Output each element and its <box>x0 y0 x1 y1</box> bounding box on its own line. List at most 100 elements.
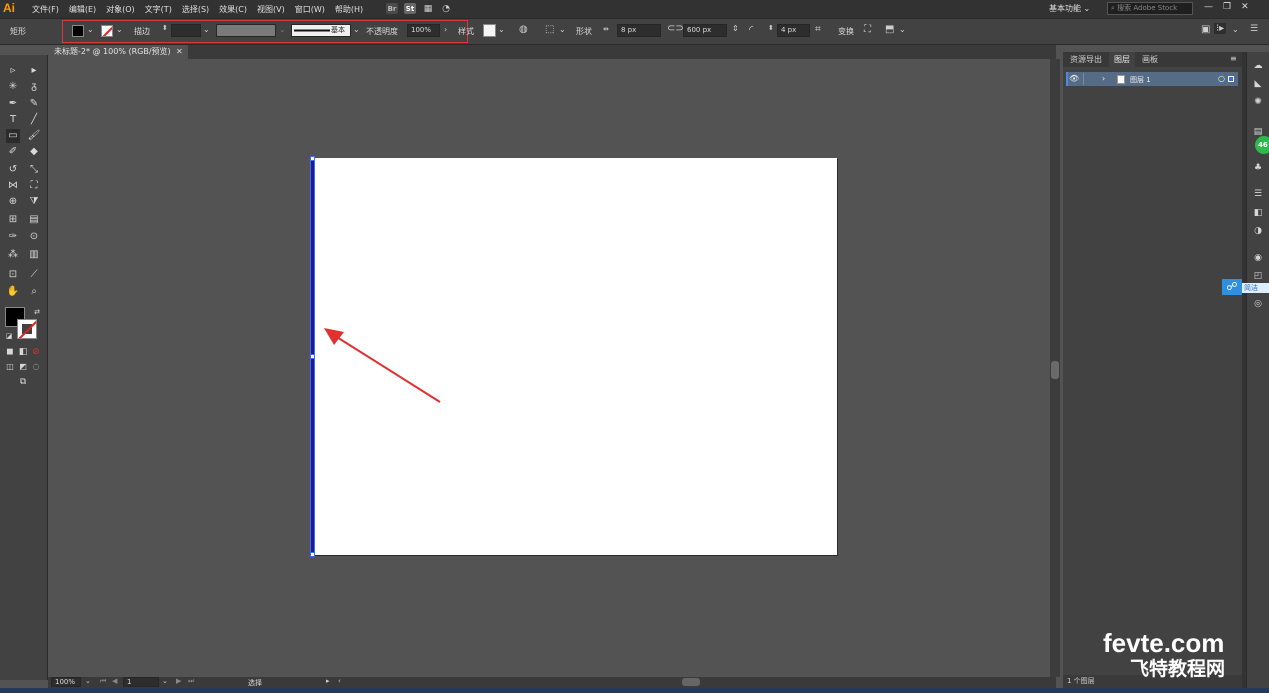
selection-handle[interactable] <box>310 552 315 557</box>
transform-options-icon[interactable]: ⬒ <box>885 24 894 35</box>
gradient-mode-icon[interactable]: ◧ <box>16 345 30 359</box>
last-artboard-icon[interactable]: ⏭ <box>188 677 194 686</box>
rectangle-tool-icon[interactable]: ▭ <box>6 129 20 143</box>
curvature-tool-icon[interactable]: ✎ <box>27 97 41 111</box>
paintbrush-tool-icon[interactable]: 🖌 <box>27 129 41 143</box>
float-tool-label[interactable]: 简洁 <box>1242 283 1269 293</box>
chevron-down-icon[interactable]: ⌄ <box>899 25 906 34</box>
tab-layers[interactable]: 图层 <box>1109 52 1135 67</box>
draw-normal-icon[interactable]: ◫ <box>3 360 17 374</box>
selection-handle[interactable] <box>310 354 315 359</box>
panel-menu-icon[interactable]: ⁝▸ <box>1214 23 1227 34</box>
type-tool-icon[interactable]: T <box>6 113 20 127</box>
swap-colors-icon[interactable]: ⇄ <box>30 305 44 319</box>
link-proportions-icon[interactable]: ⊂⊃ <box>667 23 684 34</box>
lasso-tool-icon[interactable]: ᵹ <box>27 80 41 94</box>
variable-width-profile[interactable] <box>216 24 276 37</box>
artboard-field[interactable]: 1 <box>123 677 159 687</box>
gpu-performance-icon[interactable]: ◔ <box>440 3 452 14</box>
zoom-field[interactable]: 100% <box>51 677 81 687</box>
perspective-grid-tool-icon[interactable]: ⧩ <box>27 195 41 209</box>
restore-button[interactable]: ❐ <box>1223 2 1231 12</box>
shaper-tool-icon[interactable]: ✐ <box>6 145 20 159</box>
document-tab[interactable]: 未标题-2* @ 100% (RGB/预览) <box>48 45 188 59</box>
graphic-styles-icon[interactable]: ◰ <box>1252 270 1264 282</box>
panel-menu-icon[interactable]: ≡ <box>1230 54 1237 63</box>
menu-view[interactable]: 视图(V) <box>257 4 285 15</box>
eraser-tool-icon[interactable]: ◆ <box>27 145 41 159</box>
free-transform-tool-icon[interactable]: ⛶ <box>27 179 41 193</box>
rotate-tool-icon[interactable]: ↺ <box>6 163 20 177</box>
chevron-down-icon[interactable]: ⌄ <box>279 25 286 34</box>
height-field[interactable]: 600 px <box>683 24 727 37</box>
float-tool-icon[interactable]: ☍ <box>1222 279 1242 295</box>
menu-help[interactable]: 帮助(H) <box>335 4 363 15</box>
opacity-field[interactable]: 100% <box>407 24 440 37</box>
symbol-sprayer-tool-icon[interactable]: ⁂ <box>6 248 20 262</box>
draw-inside-icon[interactable]: ◌ <box>29 360 43 374</box>
shape-properties-icon[interactable]: ⌗ <box>815 24 821 35</box>
layer-row[interactable] <box>1066 72 1238 86</box>
chevron-down-icon[interactable]: ⌄ <box>116 25 123 34</box>
menu-effect[interactable]: 效果(C) <box>219 4 247 15</box>
selection-tool-icon[interactable]: ▹ <box>6 64 20 78</box>
scale-tool-icon[interactable]: ⤡ <box>27 163 41 177</box>
chevron-down-icon[interactable]: ⌄ <box>162 677 168 685</box>
bridge-icon[interactable]: Br <box>386 3 398 14</box>
tab-asset-export[interactable]: 资源导出 <box>1065 52 1107 67</box>
chevron-right-icon[interactable]: ▸ <box>326 677 330 685</box>
eyedropper-tool-icon[interactable]: ✑ <box>6 230 20 244</box>
workspace-switcher[interactable]: 基本功能 ⌄ <box>1049 3 1090 14</box>
direct-selection-tool-icon[interactable]: ▸ <box>27 64 41 78</box>
close-icon[interactable]: ✕ <box>176 47 183 56</box>
align-to-icon[interactable]: ⬚ <box>545 24 554 35</box>
mesh-tool-icon[interactable]: ⊞ <box>6 213 20 227</box>
layer-name[interactable]: 图层 1 <box>1130 75 1151 85</box>
chevron-down-icon[interactable]: ⌄ <box>85 677 91 685</box>
next-artboard-icon[interactable]: ▶ <box>176 677 181 685</box>
color-guide-icon[interactable]: ✺ <box>1252 96 1264 108</box>
symbols-icon[interactable]: ♣ <box>1252 162 1264 174</box>
scrollbar-thumb[interactable] <box>1051 361 1059 379</box>
arrange-documents-icon[interactable]: ▣ <box>1201 24 1210 35</box>
shape-builder-tool-icon[interactable]: ⊕ <box>6 195 20 209</box>
none-mode-icon[interactable]: ⊘ <box>29 345 43 359</box>
menu-type[interactable]: 文字(T) <box>145 4 172 15</box>
layers-dock-icon[interactable]: ◎ <box>1252 298 1264 310</box>
gradient-panel-icon[interactable]: ◧ <box>1252 207 1264 219</box>
appearance-icon[interactable]: ◉ <box>1252 252 1264 264</box>
corner-radius-field[interactable]: 4 px <box>777 24 810 37</box>
magic-wand-tool-icon[interactable]: ✳ <box>6 80 20 94</box>
chevron-right-icon[interactable]: › <box>444 25 447 34</box>
stroke-weight-field[interactable] <box>171 24 201 37</box>
stroke-color-box[interactable] <box>17 319 37 339</box>
menu-icon[interactable]: ☰ <box>1250 24 1258 34</box>
artboard-tool-icon[interactable]: ⊡ <box>6 268 20 282</box>
stock-search-input[interactable]: ⌕ 搜索 Adobe Stock <box>1107 2 1193 15</box>
selection-handle[interactable] <box>310 156 315 161</box>
menu-select[interactable]: 选择(S) <box>182 4 209 15</box>
stepper-icon[interactable]: ⬍ <box>162 24 168 32</box>
selection-indicator[interactable] <box>1228 76 1234 82</box>
screen-mode-icon[interactable]: ⧉ <box>16 375 30 389</box>
first-artboard-icon[interactable]: ⏮ <box>100 677 106 686</box>
target-icon[interactable]: ○ <box>1218 74 1225 83</box>
properties-icon[interactable]: ◣ <box>1252 78 1264 90</box>
fill-swatch[interactable] <box>72 25 84 37</box>
chevron-down-icon[interactable]: ⌄ <box>203 25 210 34</box>
menu-window[interactable]: 窗口(W) <box>295 4 325 15</box>
recolor-artwork-icon[interactable]: ◍ <box>519 24 528 35</box>
chevron-down-icon[interactable]: ⌄ <box>87 25 94 34</box>
menu-file[interactable]: 文件(F) <box>32 4 59 15</box>
notification-badge[interactable]: 46 <box>1255 136 1269 154</box>
gradient-tool-icon[interactable]: ▤ <box>27 213 41 227</box>
transparency-icon[interactable]: ◑ <box>1252 225 1264 237</box>
close-button[interactable]: ✕ <box>1241 2 1249 12</box>
graphic-style-swatch[interactable] <box>483 24 496 37</box>
chevron-down-icon[interactable]: ⌄ <box>559 25 566 34</box>
transform-label[interactable]: 变换 <box>838 26 854 37</box>
workspace-switcher-icon[interactable]: ▦ <box>422 3 434 14</box>
minimize-button[interactable]: — <box>1204 2 1213 12</box>
color-mode-icon[interactable]: ◼ <box>3 345 17 359</box>
stroke-swatch[interactable] <box>101 25 113 37</box>
